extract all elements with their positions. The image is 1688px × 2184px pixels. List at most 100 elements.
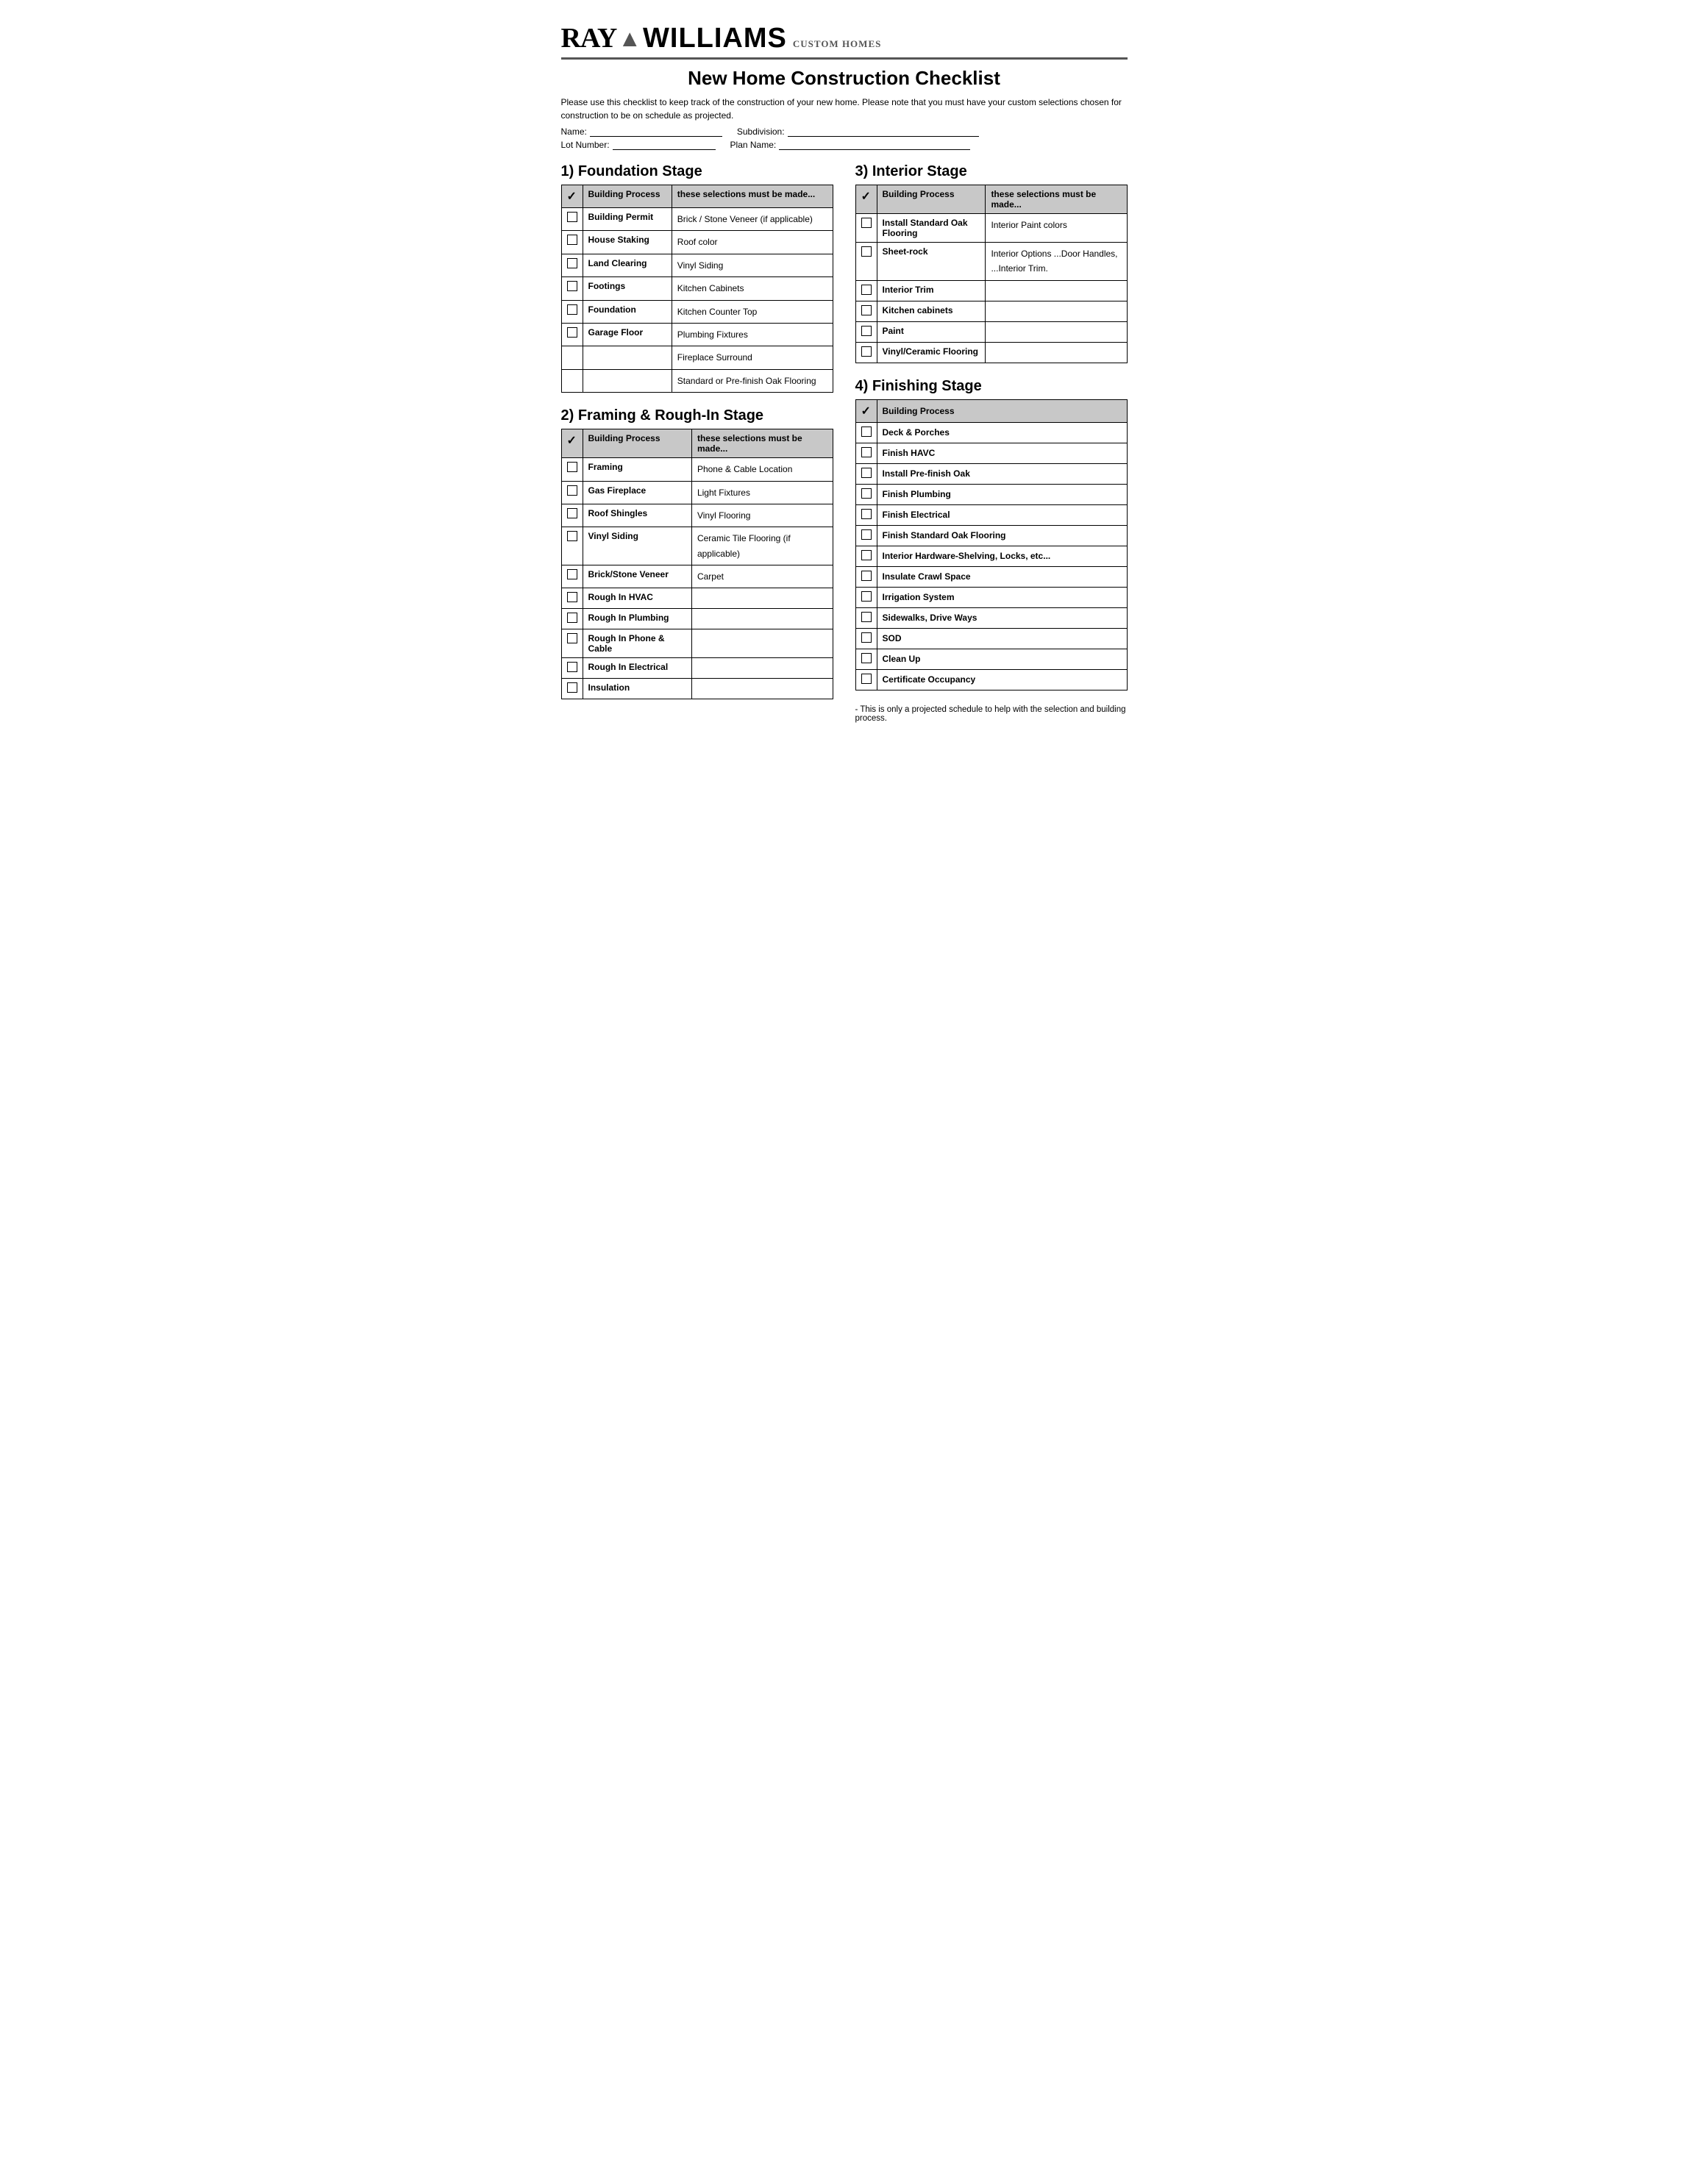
checkbox[interactable] xyxy=(567,633,577,643)
plan-field: Plan Name: xyxy=(730,140,971,150)
list-item: Rough In Electrical xyxy=(583,658,691,679)
selections-cell: Standard or Pre-finish Oak Flooring xyxy=(672,369,833,392)
finishing-process-header: Building Process xyxy=(877,399,1127,422)
checkbox[interactable] xyxy=(567,662,577,672)
finishing-table: ✓ Building Process Deck & Porches Finish… xyxy=(855,399,1128,690)
checkbox-cell xyxy=(561,504,583,527)
list-item: Garage Floor xyxy=(583,323,672,346)
selections-cell xyxy=(691,609,833,629)
checkbox[interactable] xyxy=(567,304,577,315)
checkbox[interactable] xyxy=(567,682,577,693)
checkbox[interactable] xyxy=(567,569,577,579)
framing-table: ✓ Building Process these selections must… xyxy=(561,429,833,699)
table-row: Irrigation System xyxy=(855,587,1127,607)
interior-check-header: ✓ xyxy=(855,185,877,214)
checkbox[interactable] xyxy=(567,462,577,472)
checkbox[interactable] xyxy=(861,285,872,295)
foundation-check-header: ✓ xyxy=(561,185,583,208)
checkbox[interactable] xyxy=(567,281,577,291)
checkbox[interactable] xyxy=(861,305,872,315)
checkbox[interactable] xyxy=(567,212,577,222)
checkbox-cell xyxy=(855,463,877,484)
checkbox[interactable] xyxy=(861,612,872,622)
table-row: Finish Standard Oak Flooring xyxy=(855,525,1127,546)
framing-selections-header: these selections must be made... xyxy=(691,429,833,458)
lot-underline[interactable] xyxy=(613,140,716,150)
checkbox[interactable] xyxy=(861,427,872,437)
subdivision-field: Subdivision: xyxy=(737,126,979,137)
checkbox-cell xyxy=(855,243,877,281)
table-row: Finish Plumbing xyxy=(855,484,1127,504)
checkbox[interactable] xyxy=(567,592,577,602)
checkbox-cell xyxy=(561,679,583,699)
selections-cell: Fireplace Surround xyxy=(672,346,833,369)
checkbox-cell xyxy=(855,669,877,690)
list-item: Sheet-rock xyxy=(877,243,986,281)
checkbox[interactable] xyxy=(567,327,577,338)
form-row-1: Name: Subdivision: xyxy=(561,126,1128,137)
selections-cell: Light Fixtures xyxy=(691,481,833,504)
list-item: Rough In Plumbing xyxy=(583,609,691,629)
list-item: Rough In Phone & Cable xyxy=(583,629,691,658)
checkbox[interactable] xyxy=(861,591,872,602)
checkbox-cell xyxy=(561,458,583,481)
selections-cell: Plumbing Fixtures xyxy=(672,323,833,346)
checkbox[interactable] xyxy=(861,326,872,336)
list-item: Irrigation System xyxy=(877,587,1127,607)
framing-check-header: ✓ xyxy=(561,429,583,458)
checkbox-cell xyxy=(855,214,877,243)
subdivision-underline[interactable] xyxy=(788,126,979,137)
checkbox-cell xyxy=(855,504,877,525)
checkbox-cell xyxy=(855,443,877,463)
foundation-selections-header: these selections must be made... xyxy=(672,185,833,208)
checkbox-cell xyxy=(855,342,877,363)
list-item: Rough In HVAC xyxy=(583,588,691,609)
checkbox[interactable] xyxy=(567,613,577,623)
checkbox[interactable] xyxy=(861,674,872,684)
checkbox-cell xyxy=(561,208,583,231)
checkbox[interactable] xyxy=(861,653,872,663)
list-item: Install Pre-finish Oak xyxy=(877,463,1127,484)
checkbox[interactable] xyxy=(861,632,872,643)
list-item: Finish Electrical xyxy=(877,504,1127,525)
checkbox[interactable] xyxy=(567,508,577,518)
logo-custom: Custom Homes xyxy=(793,38,881,50)
finishing-check-header: ✓ xyxy=(855,399,877,422)
checkbox[interactable] xyxy=(861,571,872,581)
list-item: Vinyl Siding xyxy=(583,527,691,565)
checkbox-cell xyxy=(561,527,583,565)
interior-heading: 3) Interior Stage xyxy=(855,163,1128,180)
list-item: Kitchen cabinets xyxy=(877,301,986,321)
checkbox[interactable] xyxy=(861,246,872,257)
selections-cell: Interior Paint colors xyxy=(986,214,1127,243)
col-right: 3) Interior Stage ✓ Building Process the… xyxy=(855,163,1128,723)
checkbox[interactable] xyxy=(861,346,872,357)
checkbox[interactable] xyxy=(567,531,577,541)
framing-heading: 2) Framing & Rough-In Stage xyxy=(561,407,833,424)
list-item: Roof Shingles xyxy=(583,504,691,527)
checkbox-cell xyxy=(561,277,583,300)
selections-cell xyxy=(986,321,1127,342)
checkbox[interactable] xyxy=(861,488,872,499)
selections-cell xyxy=(986,342,1127,363)
checkbox[interactable] xyxy=(861,550,872,560)
name-underline[interactable] xyxy=(590,126,722,137)
checkbox[interactable] xyxy=(861,509,872,519)
list-item: House Staking xyxy=(583,231,672,254)
checkbox[interactable] xyxy=(861,468,872,478)
checkbox-cell xyxy=(855,321,877,342)
checkbox[interactable] xyxy=(861,218,872,228)
checkbox[interactable] xyxy=(861,447,872,457)
checkbox-cell xyxy=(855,525,877,546)
selections-cell: Carpet xyxy=(691,565,833,588)
checkbox[interactable] xyxy=(567,258,577,268)
checkbox[interactable] xyxy=(567,485,577,496)
plan-underline[interactable] xyxy=(779,140,970,150)
name-field: Name: xyxy=(561,126,722,137)
logo-arrow-icon: ▲ xyxy=(618,25,641,52)
checkbox[interactable] xyxy=(861,529,872,540)
list-item: Finish HAVC xyxy=(877,443,1127,463)
table-row: SOD xyxy=(855,628,1127,649)
checkbox[interactable] xyxy=(567,235,577,245)
interior-process-header: Building Process xyxy=(877,185,986,214)
